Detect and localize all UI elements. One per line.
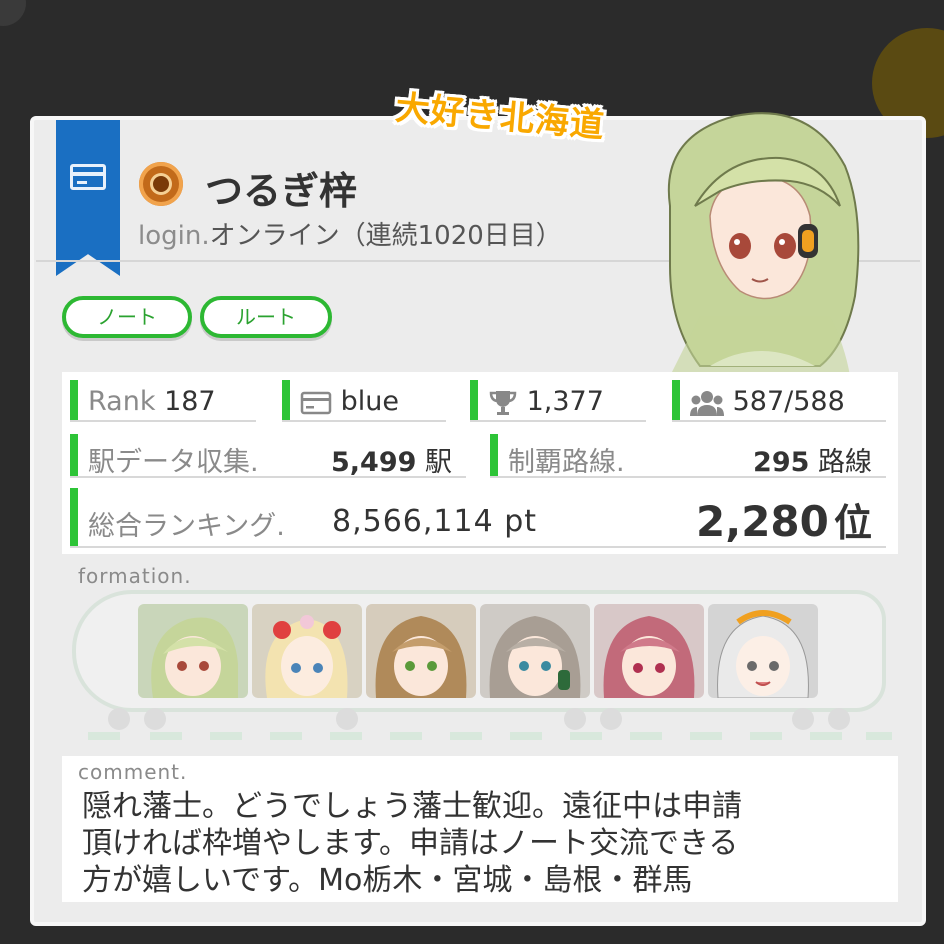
ranking-position: 2,280 [696, 497, 829, 546]
formation-avatar-4[interactable] [480, 604, 590, 698]
rail-tie [690, 732, 722, 740]
login-status: login.オンライン（連続1020日目） [138, 215, 562, 252]
train-wheel [144, 708, 166, 730]
rail-tie [330, 732, 362, 740]
ranking-points: 8,566,114 pt [332, 504, 538, 539]
rail-tie [210, 732, 242, 740]
train-wheel [336, 708, 358, 730]
rail-tie [630, 732, 662, 740]
lines-value: 295 [753, 447, 810, 478]
coin-badge-icon [139, 162, 183, 206]
card-cell: blue [282, 380, 446, 422]
train-wheel [108, 708, 130, 730]
rail-tie [750, 732, 782, 740]
comment-line: 頂ければ枠増やします。申請はノート交流できる [82, 826, 739, 861]
lines-unit: 路線 [818, 447, 872, 478]
rail-tie [270, 732, 302, 740]
login-label: login. [138, 221, 210, 251]
rail-tie [810, 732, 842, 740]
lines-cell: 制覇路線. 295 路線 [490, 434, 886, 478]
rail-tie [450, 732, 482, 740]
rank-cell: Rank 187 [70, 380, 256, 422]
player-name: つるぎ梓 [205, 169, 358, 213]
card-value: blue [340, 386, 399, 417]
train-wheel [564, 708, 586, 730]
stations-cell: 駅データ収集. 5,499 駅 [70, 434, 466, 478]
stations-unit: 駅 [425, 447, 452, 478]
train-wheel [600, 708, 622, 730]
comment-text: 隠れ藩士。どうでしょう藩士歓迎。遠征中は申請 頂ければ枠増やします。申請はノート… [82, 788, 892, 899]
comment-line: 方が嬉しいです。Mo栃木・宮城・島根・群馬 [82, 863, 693, 898]
stations-label: 駅データ収集. [88, 447, 259, 478]
card-icon [70, 164, 106, 190]
lines-label: 制覇路線. [508, 447, 625, 478]
formation-avatar-1[interactable] [138, 604, 248, 698]
members-cell: 587/588 [672, 380, 886, 422]
rail-tie [866, 732, 892, 740]
group-icon [690, 390, 724, 416]
comment-line: 隠れ藩士。どうでしょう藩士歓迎。遠征中は申請 [82, 789, 742, 824]
background-button [0, 0, 26, 26]
formation-avatar-5[interactable] [594, 604, 704, 698]
rail-tie [88, 732, 120, 740]
character-portrait [667, 112, 860, 376]
card-icon [300, 391, 332, 414]
route-button[interactable]: ルート [200, 296, 332, 338]
stations-value: 5,499 [331, 447, 417, 478]
rail-tie [390, 732, 422, 740]
trophy-cell: 1,377 [470, 380, 646, 422]
ranking-label: 総合ランキング. [88, 511, 285, 542]
rank-label: Rank [88, 386, 156, 417]
ranking-unit: 位 [833, 501, 872, 545]
rail-tie [510, 732, 542, 740]
trophy-value: 1,377 [526, 386, 604, 417]
formation-label: formation. [78, 564, 192, 588]
note-button[interactable]: ノート [62, 296, 192, 338]
rail-tie [570, 732, 602, 740]
rank-value: 187 [164, 386, 216, 417]
members-value: 587/588 [732, 386, 845, 417]
formation-avatar-6[interactable] [708, 604, 818, 698]
rail-tie [150, 732, 182, 740]
card-ribbon [56, 120, 120, 276]
ranking-cell: 総合ランキング. 8,566,114 pt 2,280 位 [70, 488, 886, 548]
comment-label: comment. [78, 760, 188, 784]
formation-avatar-2[interactable] [252, 604, 362, 698]
trophy-icon [489, 390, 517, 415]
login-status-text: オンライン（連続1020日目） [209, 221, 562, 251]
train-wheel [828, 708, 850, 730]
formation-avatar-3[interactable] [366, 604, 476, 698]
train-wheel [792, 708, 814, 730]
